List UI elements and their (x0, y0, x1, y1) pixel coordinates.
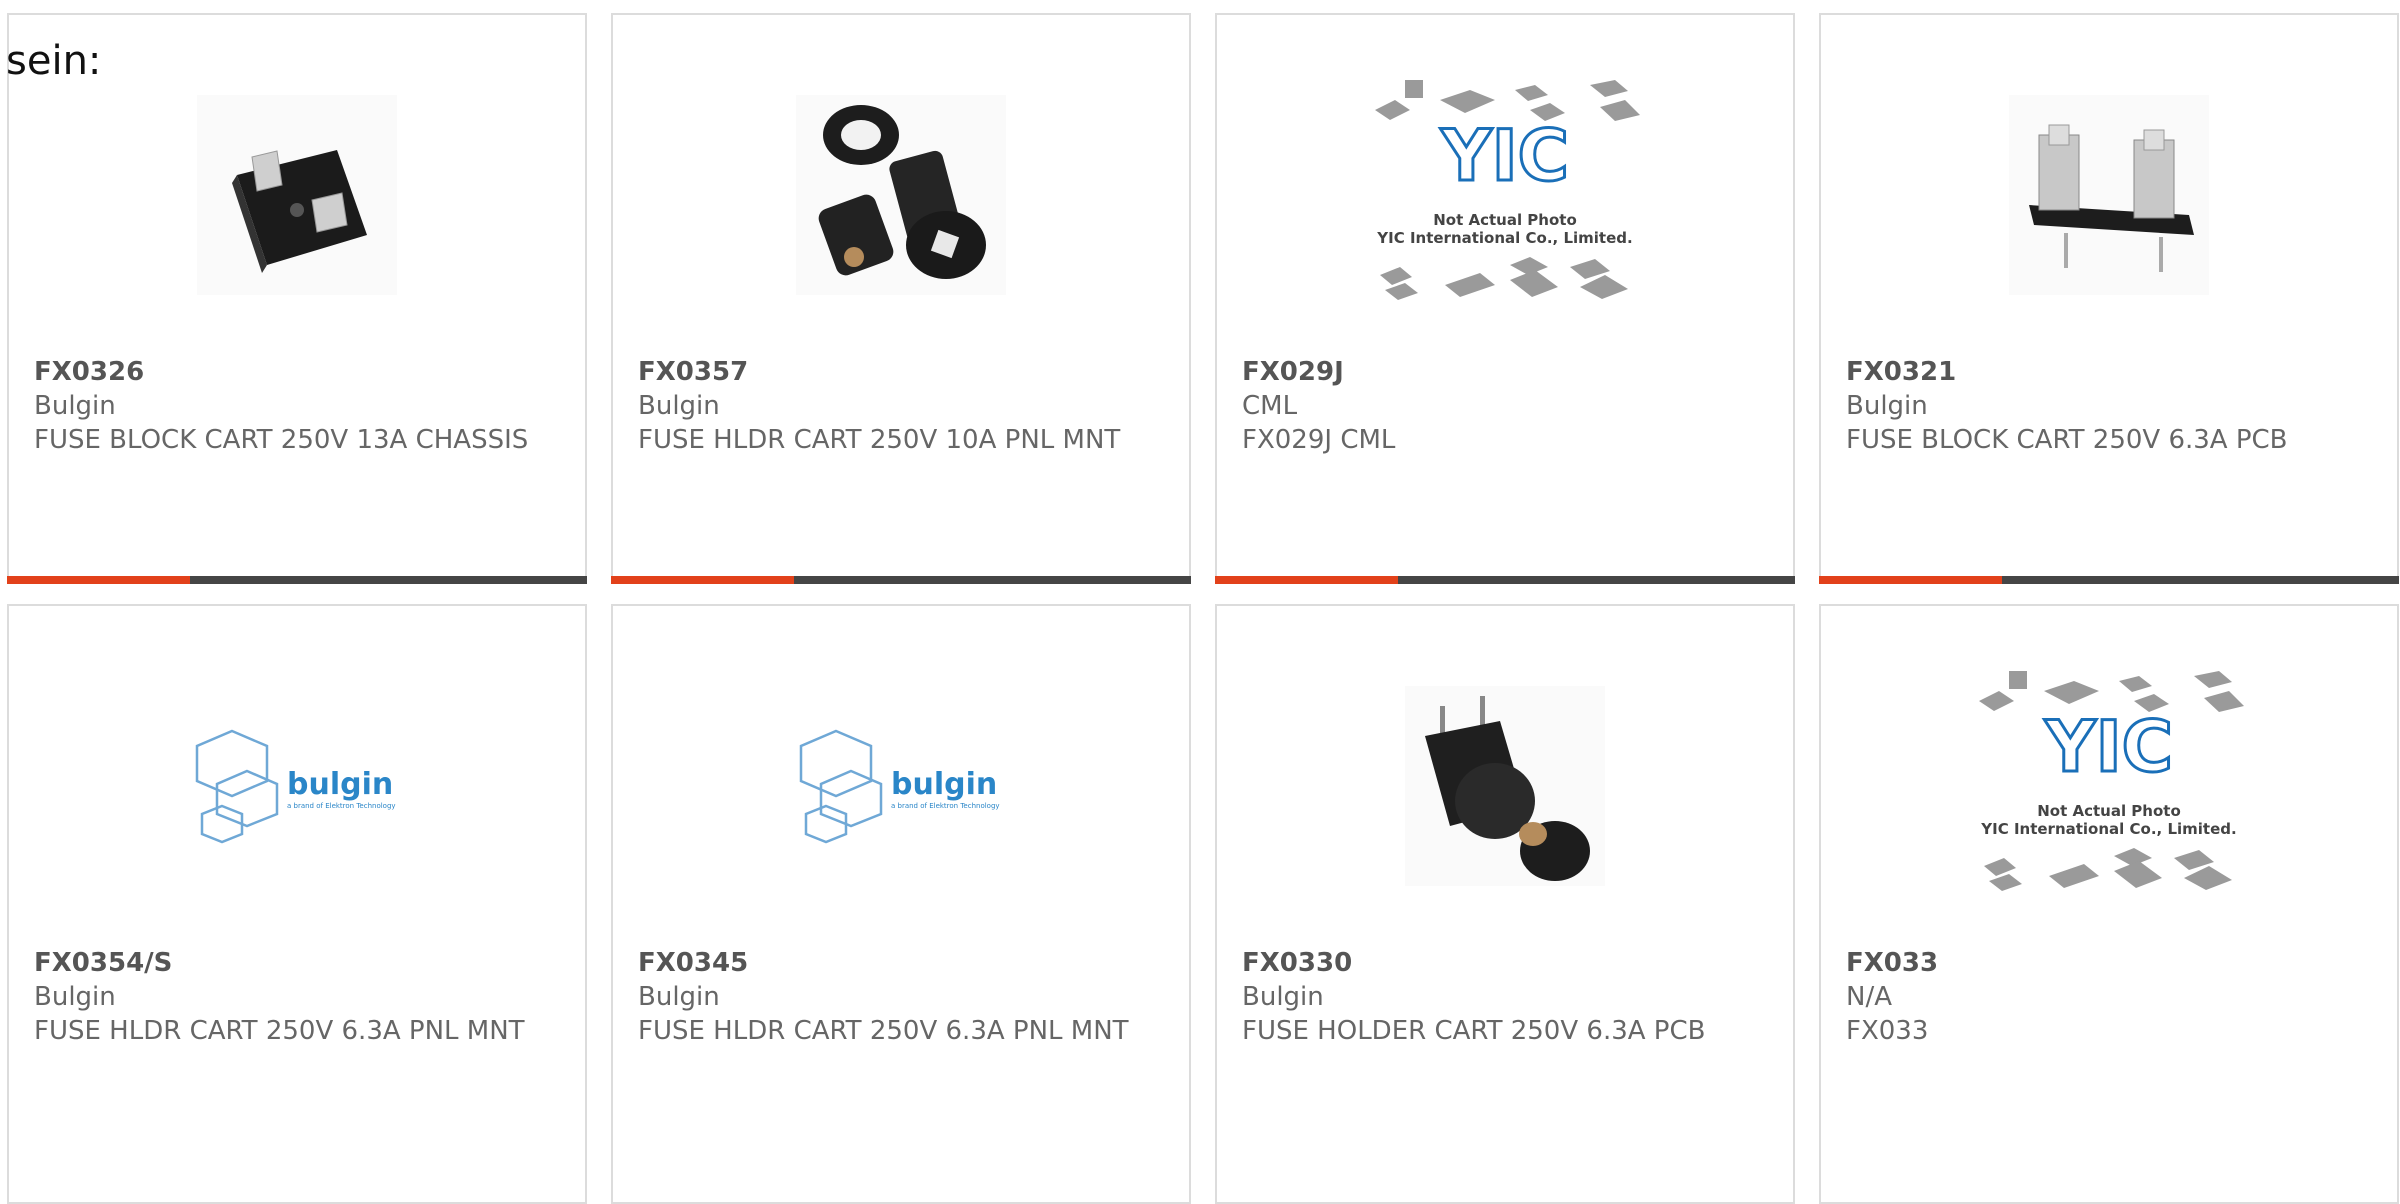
product-image[interactable]: bulgin a brand of Elektron Technology (613, 666, 1189, 906)
product-image[interactable] (613, 75, 1189, 315)
product-card[interactable]: FX0326 Bulgin FUSE BLOCK CART 250V 13A C… (7, 13, 587, 584)
panel-fuse-holder-photo (796, 95, 1006, 295)
bulgin-wordmark: bulgin (891, 767, 997, 802)
description: FX033 (1846, 1016, 1929, 1046)
product-info: FX0330 Bulgin FUSE HOLDER CART 250V 6.3A… (1242, 946, 1773, 1048)
placeholder-line2: YIC International Co., Limited. (1376, 229, 1632, 247)
card-bar (1215, 576, 1795, 584)
part-number[interactable]: FX0326 (34, 355, 565, 389)
product-card[interactable]: bulgin a brand of Elektron Technology FX… (611, 604, 1191, 1204)
product-image[interactable]: YIC Not Actual Photo YIC International C… (1217, 75, 1793, 315)
part-number[interactable]: FX0321 (1846, 355, 2377, 389)
description: FX029J CML (1242, 425, 1396, 455)
yic-placeholder-image: YIC Not Actual Photo YIC International C… (1375, 80, 1640, 300)
intro-text: sein: (6, 38, 102, 84)
description: FUSE HLDR CART 250V 6.3A PNL MNT (34, 1016, 525, 1046)
part-number[interactable]: FX0330 (1242, 946, 1773, 980)
yic-logo: YIC (2044, 706, 2173, 788)
card-bar (611, 576, 1191, 584)
product-info: FX0326 Bulgin FUSE BLOCK CART 250V 13A C… (34, 355, 565, 457)
product-info: FX0354/S Bulgin FUSE HLDR CART 250V 6.3A… (34, 946, 565, 1048)
card-bar-accent (1819, 576, 2002, 584)
product-image[interactable] (1217, 666, 1793, 906)
card-bar-accent (7, 576, 190, 584)
pcb-fuse-clip-photo (2009, 95, 2209, 295)
manufacturer: Bulgin (638, 982, 720, 1012)
product-info: FX0345 Bulgin FUSE HLDR CART 250V 6.3A P… (638, 946, 1169, 1048)
description: FUSE HLDR CART 250V 6.3A PNL MNT (638, 1016, 1129, 1046)
bulgin-logo-image: bulgin a brand of Elektron Technology (799, 729, 1000, 844)
product-info: FX0321 Bulgin FUSE BLOCK CART 250V 6.3A … (1846, 355, 2377, 457)
manufacturer: CML (1242, 391, 1298, 421)
description: FUSE HOLDER CART 250V 6.3A PCB (1242, 1016, 1706, 1046)
product-card[interactable]: YIC Not Actual Photo YIC International C… (1215, 13, 1795, 584)
bulgin-wordmark: bulgin (287, 767, 393, 802)
card-bar-accent (1215, 576, 1398, 584)
description: FUSE HLDR CART 250V 10A PNL MNT (638, 425, 1121, 455)
product-card[interactable]: YIC Not Actual Photo YIC International C… (1819, 604, 2399, 1204)
card-bar-accent (611, 576, 794, 584)
part-number[interactable]: FX0345 (638, 946, 1169, 980)
product-image[interactable]: bulgin a brand of Elektron Technology (9, 666, 585, 906)
part-number[interactable]: FX029J (1242, 355, 1773, 389)
manufacturer: Bulgin (638, 391, 720, 421)
part-number[interactable]: FX0357 (638, 355, 1169, 389)
product-image[interactable]: YIC Not Actual Photo YIC International C… (1821, 666, 2397, 906)
product-info: FX029J CML FX029J CML (1242, 355, 1773, 457)
placeholder-line2: YIC International Co., Limited. (1980, 820, 2236, 838)
product-card[interactable]: FX0321 Bulgin FUSE BLOCK CART 250V 6.3A … (1819, 13, 2399, 584)
placeholder-line1: Not Actual Photo (1433, 211, 1577, 229)
bulgin-tagline: a brand of Elektron Technology (891, 802, 1000, 810)
bulgin-tagline: a brand of Elektron Technology (287, 802, 396, 810)
card-bar (7, 576, 587, 584)
card-bar (1819, 576, 2399, 584)
yic-placeholder-image: YIC Not Actual Photo YIC International C… (1979, 671, 2244, 891)
product-card[interactable]: FX0330 Bulgin FUSE HOLDER CART 250V 6.3A… (1215, 604, 1795, 1204)
description: FUSE BLOCK CART 250V 6.3A PCB (1846, 425, 2288, 455)
manufacturer: Bulgin (1846, 391, 1928, 421)
manufacturer: N/A (1846, 982, 1892, 1012)
description: FUSE BLOCK CART 250V 13A CHASSIS (34, 425, 529, 455)
yic-logo: YIC (1440, 115, 1569, 197)
product-card[interactable]: FX0357 Bulgin FUSE HLDR CART 250V 10A PN… (611, 13, 1191, 584)
placeholder-line1: Not Actual Photo (2037, 802, 2181, 820)
part-number[interactable]: FX033 (1846, 946, 2377, 980)
part-number[interactable]: FX0354/S (34, 946, 565, 980)
product-image[interactable] (1821, 75, 2397, 315)
fuse-block-photo (197, 95, 397, 295)
product-info: FX0357 Bulgin FUSE HLDR CART 250V 10A PN… (638, 355, 1169, 457)
pcb-fuse-holder-photo (1405, 686, 1605, 886)
manufacturer: Bulgin (34, 982, 116, 1012)
product-card[interactable]: bulgin a brand of Elektron Technology FX… (7, 604, 587, 1204)
product-image[interactable] (9, 75, 585, 315)
manufacturer: Bulgin (34, 391, 116, 421)
manufacturer: Bulgin (1242, 982, 1324, 1012)
product-info: FX033 N/A FX033 (1846, 946, 2377, 1048)
bulgin-logo-image: bulgin a brand of Elektron Technology (195, 729, 396, 844)
